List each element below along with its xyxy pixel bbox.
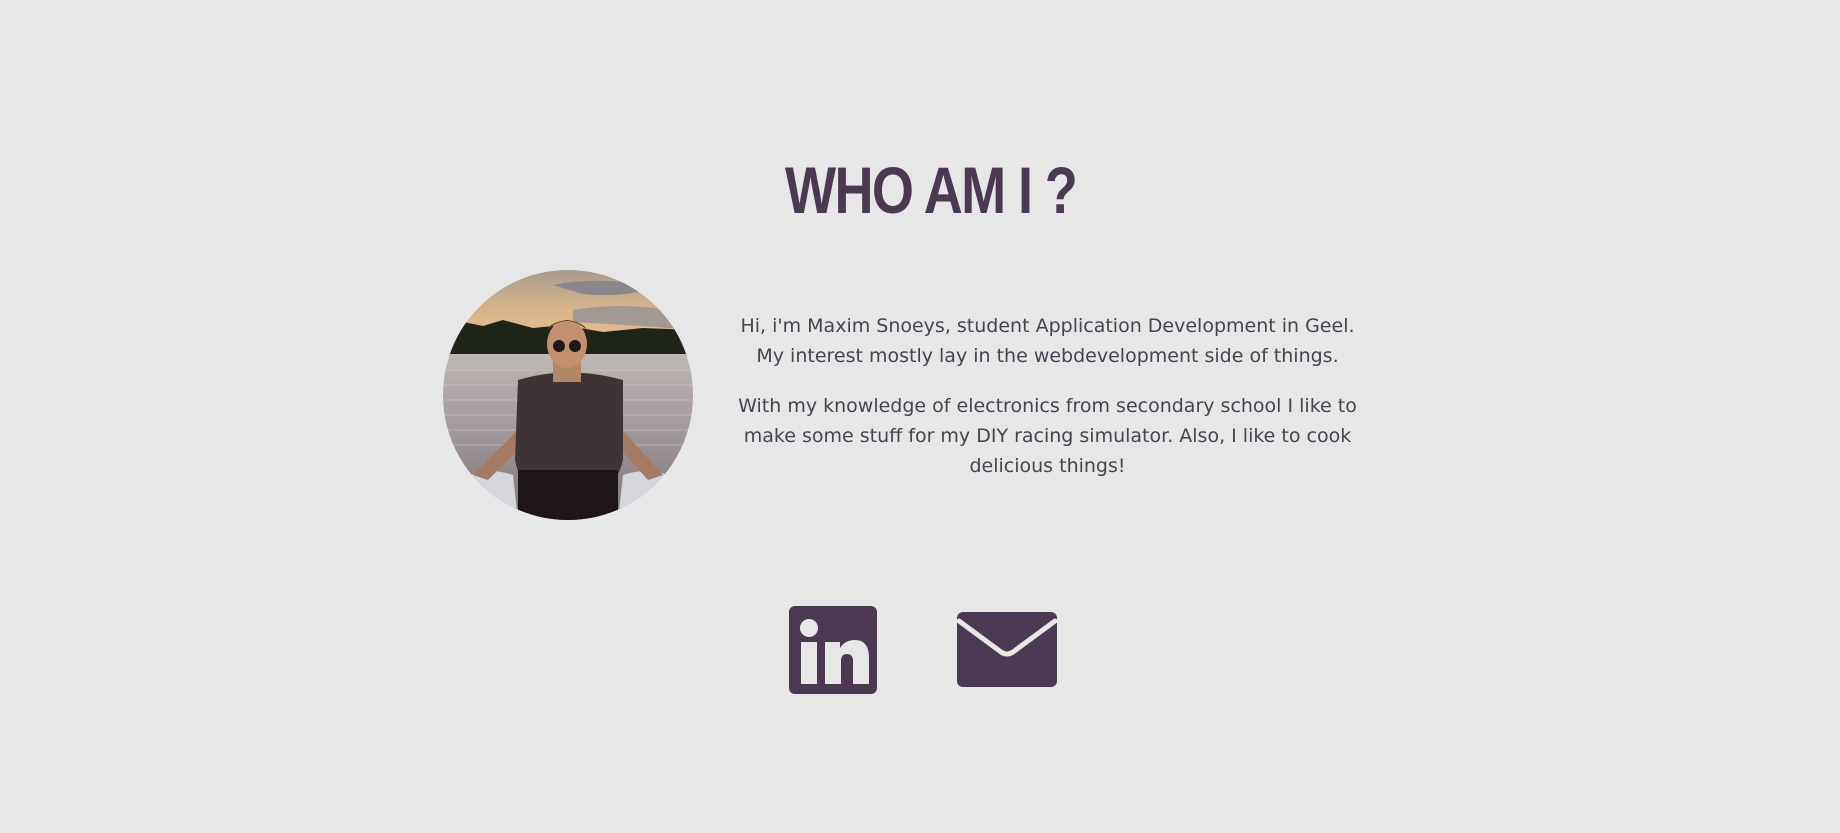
email-link[interactable] [956,612,1058,687]
about-section: WHO AM I ? Hi, i'm Maxim Snoeys, student… [0,0,1840,833]
envelope-icon [956,612,1058,687]
bio-text: Hi, i'm Maxim Snoeys, student Applicatio… [725,311,1370,501]
linkedin-icon [789,606,877,694]
social-links [0,605,1840,695]
profile-photo [443,270,693,520]
bio-paragraph-intro: Hi, i'm Maxim Snoeys, student Applicatio… [740,315,1355,367]
bio-paragraph-hobbies: With my knowledge of electronics from se… [738,395,1357,477]
page-title: WHO AM I ? [785,153,1078,227]
linkedin-link[interactable] [789,606,877,694]
